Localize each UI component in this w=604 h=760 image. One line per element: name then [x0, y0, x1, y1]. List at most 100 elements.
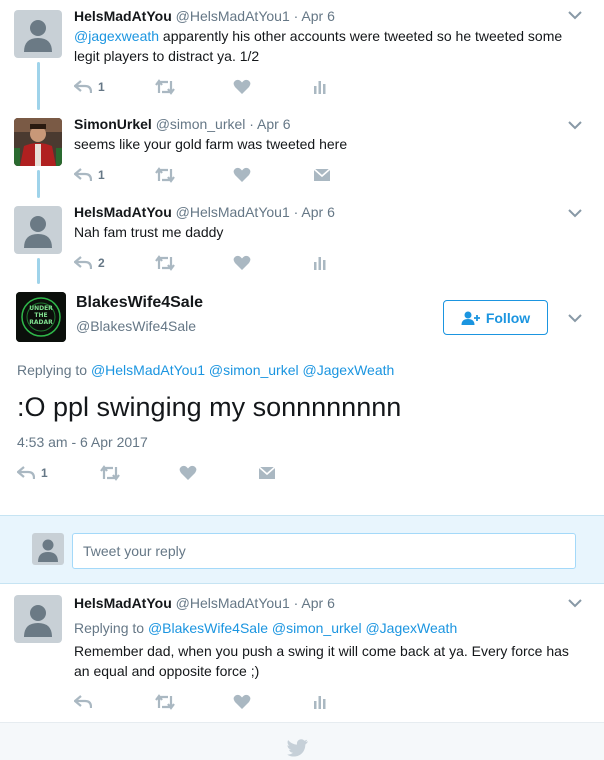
reply-icon: [17, 466, 35, 479]
mention-link[interactable]: @simon_urkel: [209, 362, 299, 378]
analytics-icon: [314, 696, 326, 709]
analytics-icon: [314, 257, 326, 270]
reply-tweet[interactable]: HelsMadAtYou @HelsMadAtYou1 · Apr 6 Repl…: [0, 585, 604, 722]
author-name[interactable]: BlakesWife4Sale: [76, 294, 203, 312]
default-avatar[interactable]: [14, 10, 62, 58]
reply-button[interactable]: 2: [74, 253, 105, 273]
reply-count: 1: [98, 80, 105, 94]
retweet-button[interactable]: [99, 463, 121, 483]
mention-link[interactable]: @jagexweath: [74, 28, 159, 44]
mention-link[interactable]: @JagexWeath: [365, 620, 457, 636]
reply-button[interactable]: 1: [74, 77, 105, 97]
tweet-header: SimonUrkel @simon_urkel · Apr 6: [74, 116, 291, 132]
author-handle[interactable]: @HelsMadAtYou1: [176, 8, 290, 24]
tweet-actions: 2: [74, 253, 354, 273]
heart-icon: [233, 255, 251, 270]
analytics-button[interactable]: [313, 253, 327, 273]
like-button[interactable]: [233, 165, 251, 185]
tweet-timestamp[interactable]: 4:53 am - 6 Apr 2017: [17, 434, 148, 450]
retweet-button[interactable]: [154, 77, 176, 97]
chevron-down-icon[interactable]: [568, 598, 582, 608]
replying-prefix: Replying to: [17, 362, 88, 378]
author-name[interactable]: HelsMadAtYou: [74, 595, 172, 611]
tweet-header: HelsMadAtYou @HelsMadAtYou1 · Apr 6: [74, 204, 335, 220]
reply-button[interactable]: 1: [74, 165, 105, 185]
retweet-icon: [100, 465, 120, 481]
tweet-actions: 1: [17, 463, 297, 483]
dm-button[interactable]: [313, 165, 331, 185]
tweet-date[interactable]: · Apr 6: [294, 8, 335, 24]
author-handle[interactable]: @HelsMadAtYou1: [176, 204, 290, 220]
tweet-2[interactable]: SimonUrkel @simon_urkel · Apr 6 seems li…: [0, 110, 604, 200]
reply-button[interactable]: 1: [17, 463, 48, 483]
retweet-button[interactable]: [154, 253, 176, 273]
tweet-1[interactable]: HelsMadAtYou @HelsMadAtYou1 · Apr 6 @jag…: [0, 0, 604, 105]
heart-icon: [233, 79, 251, 94]
like-button[interactable]: [233, 77, 251, 97]
chevron-down-icon[interactable]: [568, 10, 582, 20]
retweet-icon: [155, 255, 175, 271]
twitter-bird-icon: [287, 739, 308, 757]
like-button[interactable]: [233, 692, 251, 712]
reply-icon: [74, 695, 92, 708]
chevron-down-icon[interactable]: [568, 208, 582, 218]
retweet-button[interactable]: [154, 692, 176, 712]
thread-line: [37, 62, 40, 110]
avatar-text-line: RADAR: [29, 319, 53, 326]
retweet-icon: [155, 167, 175, 183]
analytics-button[interactable]: [313, 77, 327, 97]
reply-icon: [74, 256, 92, 269]
author-name[interactable]: HelsMadAtYou: [74, 204, 172, 220]
author-handle[interactable]: @HelsMadAtYou1: [176, 595, 290, 611]
reply-input[interactable]: Tweet your reply: [72, 533, 576, 569]
follow-label: Follow: [485, 309, 531, 326]
reply-composer: Tweet your reply: [0, 515, 604, 584]
tweet-header: HelsMadAtYou @HelsMadAtYou1 · Apr 6: [74, 595, 335, 611]
reply-count: 1: [41, 466, 48, 480]
analytics-button[interactable]: [313, 692, 327, 712]
retweet-icon: [155, 694, 175, 710]
dm-button[interactable]: [258, 463, 276, 483]
mention-link[interactable]: @HelsMadAtYou1: [91, 362, 205, 378]
tweet-text: Nah fam trust me daddy: [74, 224, 224, 240]
reply-icon: [74, 168, 92, 181]
tweet-date[interactable]: · Apr 6: [294, 204, 335, 220]
tweet-actions: [74, 692, 354, 712]
tweet-actions: 1: [74, 165, 354, 185]
avatar-text-line: UNDER: [29, 305, 53, 312]
default-avatar[interactable]: [14, 206, 62, 254]
replying-prefix: Replying to: [74, 620, 145, 636]
heart-icon: [179, 465, 197, 480]
tweet-text: @jagexweath apparently his other account…: [74, 26, 574, 66]
chevron-down-icon[interactable]: [568, 120, 582, 130]
tweet-text: Remember dad, when you push a swing it w…: [74, 643, 569, 679]
author-name[interactable]: HelsMadAtYou: [74, 8, 172, 24]
user-avatar-photo[interactable]: [14, 118, 62, 166]
like-button[interactable]: [179, 463, 197, 483]
retweet-button[interactable]: [154, 165, 176, 185]
mention-link[interactable]: @BlakesWife4Sale: [148, 620, 268, 636]
thread-line: [37, 170, 40, 198]
like-button[interactable]: [233, 253, 251, 273]
tweet-date[interactable]: · Apr 6: [249, 116, 290, 132]
chevron-down-icon[interactable]: [568, 313, 582, 323]
author-handle[interactable]: @simon_urkel: [156, 116, 246, 132]
user-avatar-logo[interactable]: UNDER THE RADAR: [16, 292, 66, 342]
tweet-actions: 1: [74, 77, 354, 97]
tweet-header: HelsMadAtYou @HelsMadAtYou1 · Apr 6: [74, 8, 335, 24]
tweet-3[interactable]: HelsMadAtYou @HelsMadAtYou1 · Apr 6 Nah …: [0, 198, 604, 283]
main-tweet-text: :O ppl swinging my sonnnnnnnn: [17, 392, 402, 422]
author-name[interactable]: SimonUrkel: [74, 116, 152, 132]
mention-link[interactable]: @JagexWeath: [303, 362, 395, 378]
reply-icon: [74, 80, 92, 93]
heart-icon: [233, 167, 251, 182]
analytics-icon: [314, 81, 326, 94]
follow-button[interactable]: Follow: [443, 300, 548, 335]
avatar-text-line: THE: [34, 312, 48, 319]
author-handle[interactable]: @BlakesWife4Sale: [76, 318, 196, 334]
mention-link[interactable]: @simon_urkel: [272, 620, 362, 636]
reply-button[interactable]: [74, 692, 92, 712]
default-avatar[interactable]: [14, 595, 62, 643]
timeline-footer: [0, 722, 604, 760]
tweet-date[interactable]: · Apr 6: [294, 595, 335, 611]
